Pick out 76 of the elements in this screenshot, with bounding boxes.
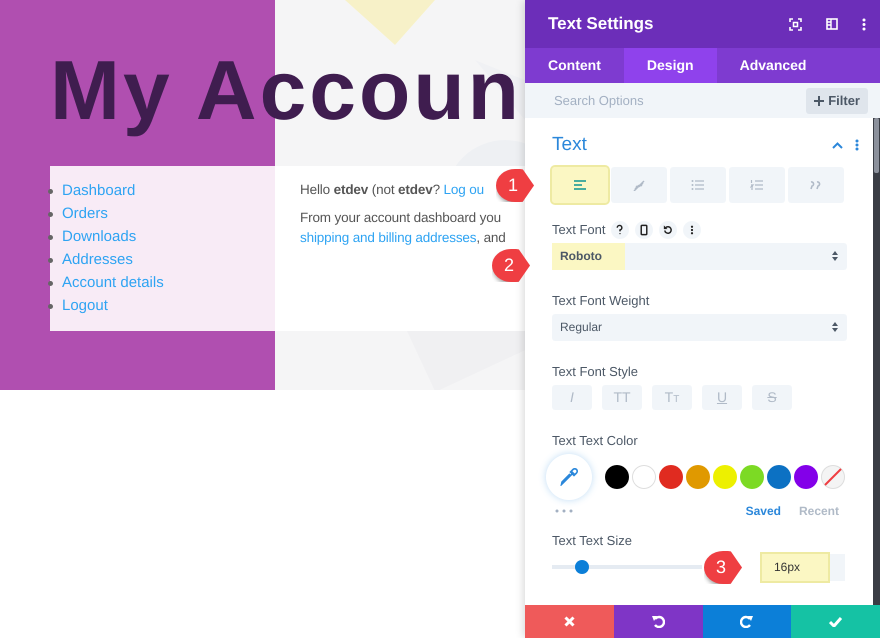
account-text: Hello etdev (not etdev? Log ou [300,181,484,199]
fullscreen-icon[interactable] [789,18,802,30]
nav-link[interactable]: Logout [62,295,108,318]
unlink-icon [632,178,646,191]
help-icon[interactable] [611,220,630,239]
color-swatch[interactable] [605,464,629,489]
bullet-icon [48,212,53,217]
plus-icon [814,96,824,106]
bullet-icon [48,281,53,286]
bullet-icon [48,258,53,263]
bullet-icon [48,235,53,240]
font-style-button[interactable]: TT [602,384,642,410]
panel-tab[interactable]: Design [624,48,717,83]
nav-link[interactable]: Dashboard [62,180,136,203]
bullet-icon [48,304,53,309]
color-swatch[interactable] [713,464,737,489]
color-swatch[interactable] [659,464,683,489]
text-link[interactable]: shipping and billing addresses [300,230,476,245]
section-title[interactable]: Text [552,134,832,157]
align-left-icon [573,178,587,191]
numbered-list-icon [750,178,764,191]
color-swatch[interactable] [767,464,791,489]
nav-link[interactable]: Orders [62,203,108,226]
color-swatch[interactable] [794,464,818,489]
color-swatch[interactable] [686,464,710,489]
no-color-swatch[interactable] [821,464,845,489]
nav-link[interactable]: Addresses [62,249,133,272]
reset-icon[interactable] [659,220,678,239]
alignment-button[interactable] [552,166,608,203]
color-swatch[interactable] [740,464,764,489]
sort-arrows-icon[interactable] [832,250,838,261]
field-label: Text Text Size [552,532,633,550]
sidebar-layout-icon[interactable] [826,18,838,30]
scrollbar[interactable] [873,118,880,605]
size-input[interactable]: 16px [762,554,845,581]
nav-link[interactable]: Account details [62,272,164,295]
palette-tab[interactable]: Saved [728,502,781,520]
slider-thumb[interactable] [575,560,589,574]
nav-link[interactable]: Downloads [62,226,136,249]
color-picker-button[interactable] [546,454,592,500]
more-options-icon[interactable] [683,220,702,239]
font-select[interactable]: Roboto [552,242,847,270]
account-text: From your account dashboard you shipping and billing addresses, and [300,209,506,247]
step-marker: 3 [704,551,742,584]
font-style-button[interactable]: U [702,384,742,410]
font-style-button[interactable]: S [752,384,792,410]
font-style-button[interactable]: I [552,384,592,410]
panel-tab[interactable]: Advanced [716,48,830,83]
more-options-icon[interactable] [862,18,866,30]
bulleted-list-icon [691,178,705,191]
palette-tab[interactable]: Recent [780,502,839,520]
font-style-button[interactable]: Tt [652,384,692,410]
caret-icon[interactable] [832,142,843,149]
undo-icon [652,615,665,628]
color-swatch[interactable] [632,464,656,489]
search-field[interactable]: Search Options Filter [525,83,880,118]
mobile-icon[interactable] [635,220,654,239]
undo-button[interactable] [614,605,702,638]
field-label: Text Font [552,221,606,240]
check-icon [829,616,842,626]
font-weight-select[interactable]: Regular [552,314,847,341]
close-icon [564,616,575,627]
eyedropper-icon [560,468,578,486]
field-label: Text Font Weight [552,292,650,310]
field-label: Text Text Color [552,432,639,450]
panel-title: Text Settings [548,14,654,34]
text-link[interactable]: Log ou [444,182,484,197]
redo-icon [740,615,754,628]
bullet-icon [48,189,53,194]
quote-icon [809,178,823,191]
filter-button[interactable]: Filter [806,88,868,114]
field-label: Text Font Style [552,363,639,381]
sort-arrows-icon[interactable] [832,322,838,332]
redo-button[interactable] [702,605,792,638]
panel-tab[interactable]: Content [525,48,624,83]
more-icon[interactable] [555,508,573,513]
